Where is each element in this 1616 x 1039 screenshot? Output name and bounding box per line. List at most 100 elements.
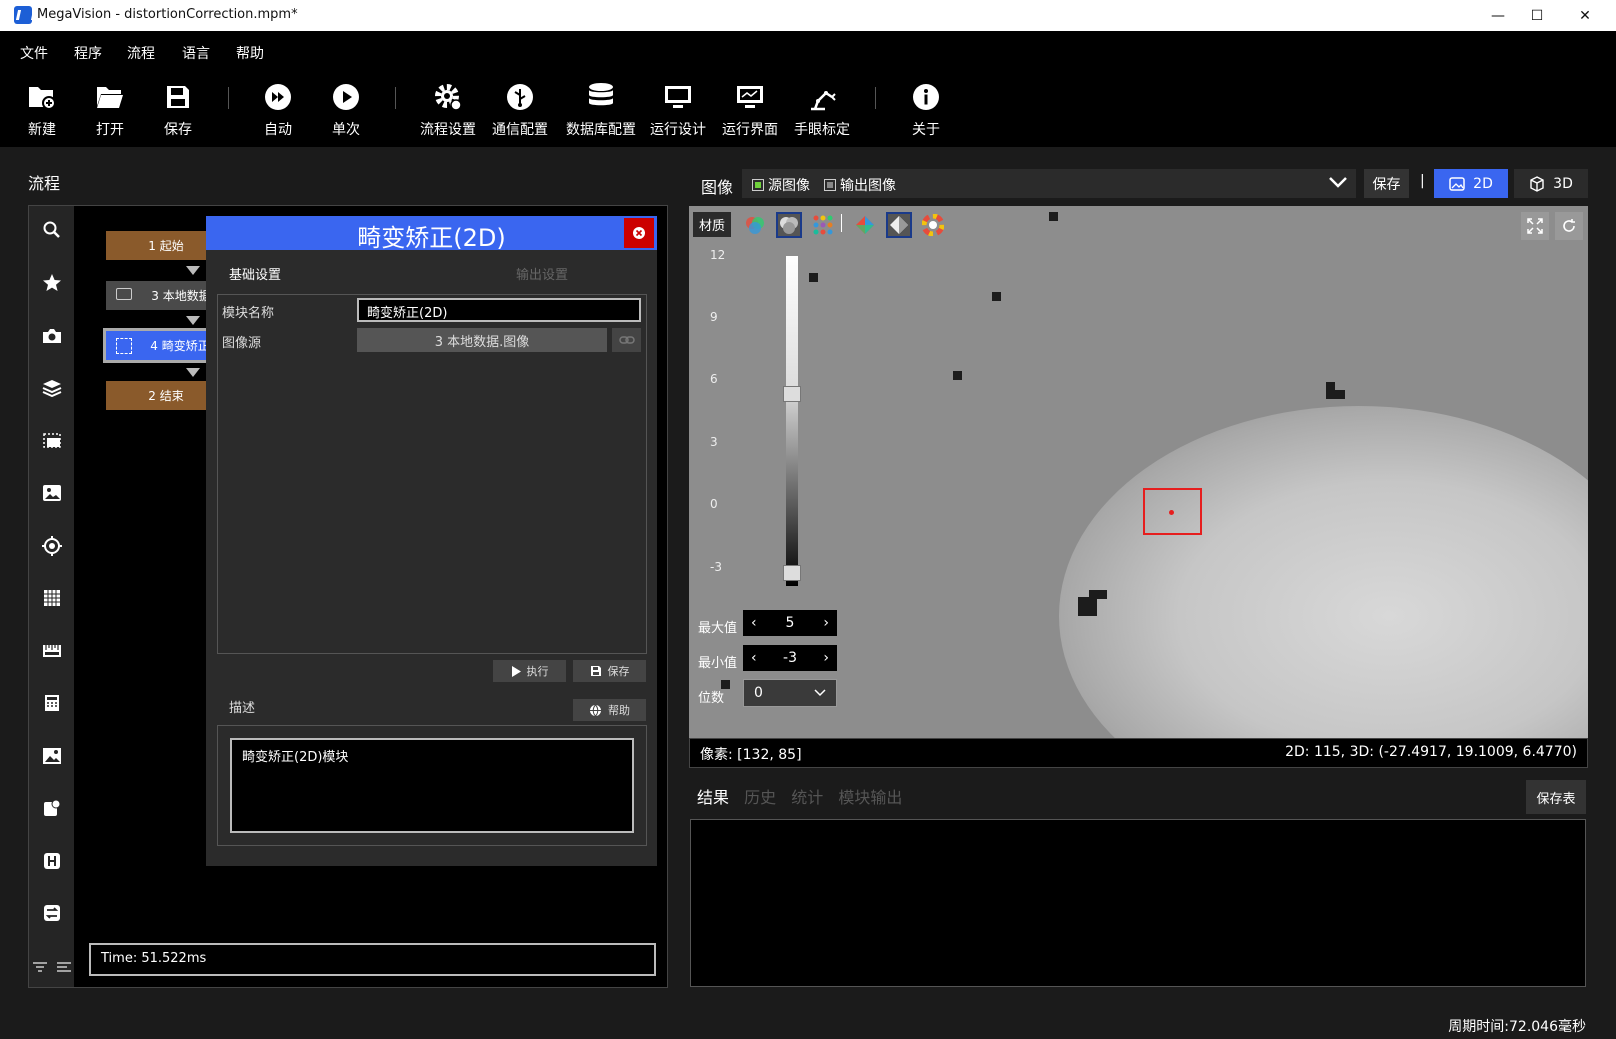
color-dots-icon[interactable] — [810, 212, 836, 238]
max-value-spinner[interactable]: ‹ 5 › — [743, 610, 837, 636]
calculator-icon[interactable] — [29, 688, 74, 718]
menu-help[interactable]: 帮助 — [236, 43, 264, 63]
exchange-icon[interactable] — [29, 898, 74, 928]
menu-program[interactable]: 程序 — [74, 43, 102, 63]
gray-channels-icon[interactable] — [776, 212, 802, 238]
selection-point — [1169, 510, 1174, 515]
new-file-icon — [26, 81, 58, 113]
colorbar-max-handle[interactable] — [783, 386, 801, 402]
chevron-right-icon[interactable]: › — [823, 650, 829, 666]
view-2d-button[interactable]: 2D — [1434, 169, 1508, 198]
fullscreen-button[interactable] — [1521, 212, 1549, 240]
new-button[interactable]: 新建 — [24, 81, 60, 147]
rgb-channels-icon[interactable] — [742, 212, 768, 238]
comm-config-button[interactable]: 通信配置 — [488, 81, 552, 147]
help-button[interactable]: 帮助 — [573, 699, 646, 721]
material-label: 材质 — [693, 212, 731, 237]
dialog-save-button[interactable]: 保存 — [573, 660, 646, 682]
camera-icon[interactable] — [29, 321, 74, 351]
save-table-button[interactable]: 保存表 — [1526, 780, 1586, 814]
about-button[interactable]: 关于 — [908, 81, 944, 147]
document-chart-icon[interactable] — [29, 793, 74, 823]
auto-run-button[interactable]: 自动 — [260, 81, 296, 147]
open-button[interactable]: 打开 — [92, 81, 128, 147]
save-button[interactable]: 保存 — [160, 81, 196, 147]
robot-arm-icon — [806, 81, 838, 113]
grid-icon[interactable] — [29, 583, 74, 613]
menu-file[interactable]: 文件 — [20, 43, 48, 63]
db-config-button[interactable]: 数据库配置 — [561, 81, 641, 147]
play-icon — [511, 665, 521, 677]
dialog-title: 畸变矫正(2D) — [357, 224, 506, 252]
save-image-button[interactable]: 保存 — [1364, 169, 1409, 198]
gray-diamond-icon[interactable] — [886, 212, 912, 238]
list-icon[interactable] — [49, 952, 79, 982]
tab-output-settings[interactable]: 输出设置 — [516, 264, 568, 283]
pixel-values: 2D: 115, 3D: (-27.4917, 19.1009, 6.4770) — [1285, 744, 1577, 760]
app-logo-icon — [14, 6, 32, 24]
colorbar-tick: 6 — [710, 372, 718, 386]
view-3d-button[interactable]: 3D — [1514, 169, 1588, 198]
floppy-disk-icon — [162, 81, 194, 113]
hand-eye-calibration-button[interactable]: 手眼标定 — [790, 81, 854, 147]
logic-icon[interactable] — [29, 846, 74, 876]
select-region-icon[interactable] — [29, 426, 74, 456]
maximize-button[interactable]: ☐ — [1514, 0, 1560, 31]
colorbar-min-handle[interactable] — [783, 565, 801, 581]
colorbar — [786, 256, 798, 586]
star-icon[interactable] — [29, 268, 74, 298]
module-name-input[interactable]: 畸变矫正(2D) — [357, 298, 641, 322]
tab-history[interactable]: 历史 — [744, 788, 776, 807]
tab-basic-settings[interactable]: 基础设置 — [229, 264, 281, 283]
image-bright-region — [1059, 406, 1588, 738]
image-edit-icon[interactable] — [29, 478, 74, 508]
description-textarea[interactable]: 畸变矫正(2D)模块 — [230, 738, 634, 833]
flow-arrow — [186, 316, 200, 325]
flow-settings-button[interactable]: 流程设置 — [416, 81, 480, 147]
color-diamond-icon[interactable] — [852, 212, 878, 238]
menu-language[interactable]: 语言 — [182, 43, 210, 63]
source-image-checkbox[interactable]: 源图像 — [752, 175, 810, 195]
pixel-coordinate: 像素: [132, 85] — [700, 747, 802, 763]
chevron-right-icon[interactable]: › — [823, 615, 829, 631]
close-window-button[interactable]: ✕ — [1562, 0, 1608, 31]
title-bar: MegaVision - distortionCorrection.mpm* —… — [0, 0, 1616, 31]
image-icon[interactable] — [29, 741, 74, 771]
chevron-left-icon[interactable]: ‹ — [751, 650, 757, 666]
play-icon — [330, 81, 362, 113]
run-ui-button[interactable]: 运行界面 — [718, 81, 782, 147]
image-source-field[interactable]: 3 本地数据.图像 — [357, 328, 607, 352]
min-value-label: 最小值 — [698, 656, 738, 671]
target-icon[interactable] — [29, 531, 74, 561]
single-run-button[interactable]: 单次 — [328, 81, 364, 147]
output-image-checkbox[interactable]: 输出图像 — [824, 175, 896, 195]
tab-statistics[interactable]: 统计 — [791, 788, 823, 807]
min-value-spinner[interactable]: ‹ -3 › — [743, 645, 837, 671]
refresh-icon — [1563, 219, 1575, 232]
chevron-left-icon[interactable]: ‹ — [751, 615, 757, 631]
execute-button[interactable]: 执行 — [493, 660, 566, 682]
ruler-icon[interactable] — [29, 636, 74, 666]
dialog-close-button[interactable] — [624, 218, 654, 248]
dark-pixel — [1078, 597, 1097, 616]
link-button[interactable] — [612, 328, 641, 352]
reset-view-button[interactable] — [1555, 212, 1583, 240]
tab-module-output[interactable]: 模块输出 — [838, 788, 902, 807]
flow-arrow — [186, 368, 200, 377]
layers-icon[interactable] — [29, 373, 74, 403]
link-icon — [618, 336, 635, 344]
tab-results[interactable]: 结果 — [697, 788, 729, 807]
menu-flow[interactable]: 流程 — [127, 43, 155, 63]
run-design-button[interactable]: 运行设计 — [646, 81, 710, 147]
chevron-down-icon — [814, 689, 826, 697]
search-icon[interactable] — [29, 215, 74, 245]
digits-select[interactable]: 0 — [743, 679, 837, 707]
color-wheel-icon[interactable] — [920, 212, 946, 238]
view-mode-separator: | — [1420, 173, 1425, 189]
dialog-header[interactable]: 畸变矫正(2D) — [206, 216, 657, 252]
toolbar-separator — [841, 214, 842, 232]
pixel-info-bar: 像素: [132, 85] 2D: 115, 3D: (-27.4917, 19… — [689, 738, 1588, 768]
results-tabs: 结果 历史 统计 模块输出 — [697, 784, 902, 808]
chevron-down-icon[interactable] — [1328, 175, 1348, 193]
image-select-bar[interactable]: 源图像 输出图像 — [742, 169, 1356, 198]
